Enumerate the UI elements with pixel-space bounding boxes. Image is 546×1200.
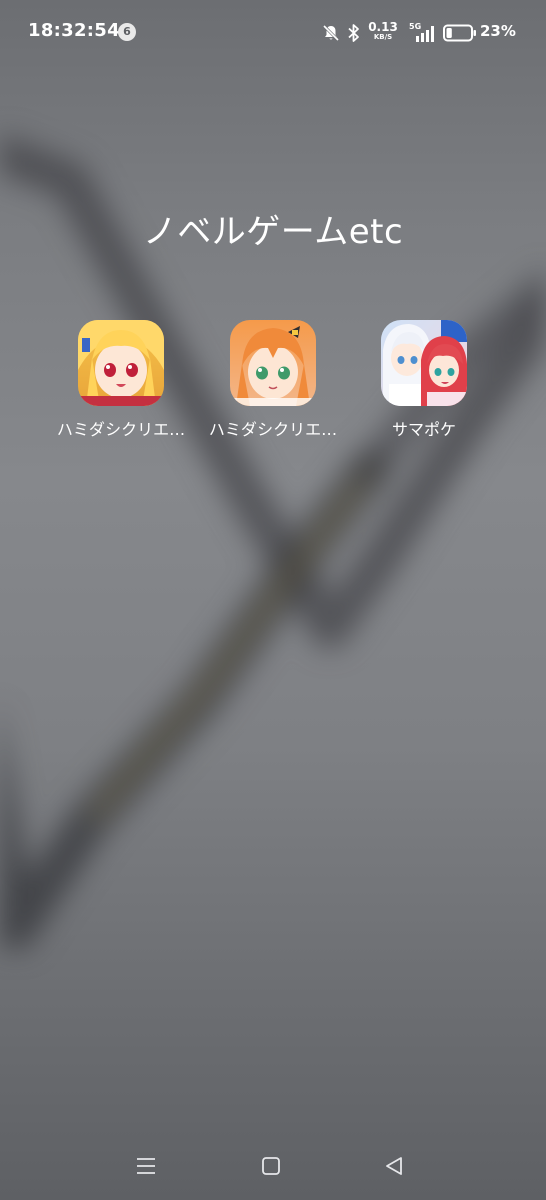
bell-muted-icon (322, 24, 340, 42)
network-speed: 0.13 KB/S (368, 21, 398, 41)
network-speed-unit: KB/S (373, 33, 393, 41)
app-icon-orange-hair-girl[interactable] (230, 320, 316, 406)
signal-icon (416, 26, 434, 42)
notification-count-badge: 6 (118, 23, 136, 41)
status-bar: 18:32:54 6 0.13 KB/S 5G 23% (0, 0, 546, 64)
battery-percent: 23% (480, 22, 516, 40)
app-icon-blonde-girl[interactable] (78, 320, 164, 406)
navigation-bar (0, 1140, 546, 1192)
app-icon-two-girls[interactable] (381, 320, 467, 406)
app-label: サマポケ (391, 420, 456, 439)
back-icon[interactable] (382, 1154, 406, 1178)
home-icon[interactable] (259, 1154, 283, 1178)
bluetooth-icon (348, 24, 359, 42)
clock: 18:32:54 (28, 20, 120, 41)
home-screen: 18:32:54 6 0.13 KB/S 5G 23% ノベルゲームetc ハミ… (0, 0, 546, 1200)
app-hamidashi-creative-1[interactable]: ハミダシクリエ… (46, 320, 196, 440)
app-hamidashi-creative-2[interactable]: ハミダシクリエ… (198, 320, 348, 440)
status-icons: 0.13 KB/S 5G 23% (322, 20, 532, 46)
app-summer-pockets[interactable]: サマポケ (349, 320, 499, 440)
wallpaper (0, 133, 546, 950)
network-speed-value: 0.13 (368, 20, 398, 34)
app-label: ハミダシクリエ… (208, 420, 338, 439)
app-label: ハミダシクリエ… (56, 420, 186, 439)
folder-title[interactable]: ノベルゲームetc (0, 204, 546, 253)
battery-icon (443, 24, 476, 42)
menu-icon[interactable] (134, 1154, 158, 1178)
